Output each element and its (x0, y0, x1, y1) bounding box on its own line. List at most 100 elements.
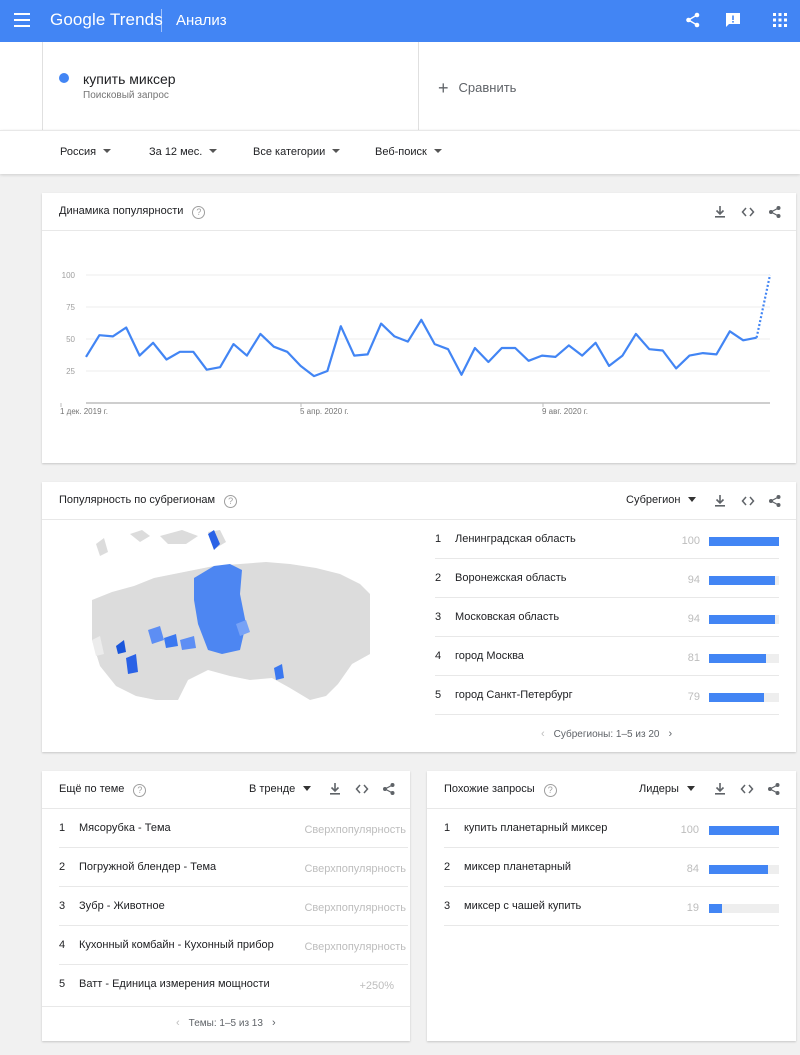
subregion-value: 100 (681, 535, 700, 547)
search-term-card[interactable]: купить миксер Поисковый запрос (42, 42, 419, 130)
subregion-row[interactable]: 5 город Санкт-Петербург 79 (435, 676, 779, 715)
dropdown-label: Лидеры (639, 783, 679, 795)
subregion-value: 94 (687, 574, 700, 586)
help-icon[interactable]: ? (133, 784, 147, 797)
share-icon[interactable] (767, 782, 781, 796)
subregion-map[interactable] (90, 528, 372, 704)
topic-name[interactable]: Зубр - Животное (79, 900, 165, 912)
subregion-row[interactable]: 2 Воронежская область 94 (435, 559, 779, 598)
subregion-row[interactable]: 1 Ленинградская область 100 (435, 520, 779, 559)
download-icon[interactable] (713, 782, 727, 796)
value-bar (709, 537, 779, 546)
topic-row[interactable]: 2 Погружной блендер - Тема Сверхпопулярн… (59, 848, 408, 887)
rank-number: 2 (435, 572, 442, 584)
chevron-right-icon[interactable]: › (272, 1017, 276, 1029)
value-bar (709, 654, 766, 663)
compare-label: Сравнить (458, 80, 517, 95)
rank-number: 3 (444, 900, 451, 912)
value-bar-track (709, 865, 779, 874)
pager-label: Темы: 1–5 из 13 (188, 1018, 263, 1029)
value-bar (709, 904, 723, 913)
subregion-value: 81 (687, 652, 700, 664)
query-row[interactable]: 3 миксер с чашей купить 19 (444, 887, 779, 926)
series-line[interactable] (85, 318, 757, 378)
rank-number: 1 (444, 822, 451, 834)
topic-name[interactable]: Ватт - Единица измерения мощности (79, 978, 270, 990)
embed-icon[interactable] (740, 782, 754, 796)
menu-icon[interactable] (14, 13, 30, 27)
rank-number: 3 (435, 611, 442, 623)
topic-value: Сверхпопулярность (304, 824, 406, 836)
related-queries-card: Похожие запросы? Лидеры 1 купить планета… (427, 771, 796, 1041)
rank-number: 4 (59, 939, 66, 951)
embed-icon[interactable] (355, 782, 369, 796)
series-line-partial[interactable] (755, 274, 772, 338)
query-row[interactable]: 2 миксер планетарный 84 (444, 848, 779, 887)
compare-button[interactable]: + Сравнить (438, 78, 516, 99)
value-bar-track (709, 826, 779, 835)
value-bar-track (709, 576, 779, 585)
subregion-pager: ‹ Субрегионы: 1–5 из 20 › (532, 728, 681, 740)
help-icon[interactable]: ? (224, 495, 238, 508)
category-filter[interactable]: Все категории (253, 146, 341, 158)
topic-value: Сверхпопулярность (304, 863, 406, 875)
chevron-left-icon[interactable]: ‹ (176, 1017, 180, 1029)
card-title-text: Популярность по субрегионам (59, 494, 216, 506)
share-icon[interactable] (768, 494, 782, 508)
query-value: 100 (680, 824, 699, 836)
topic-name[interactable]: Кухонный комбайн - Кухонный прибор (79, 939, 274, 951)
chevron-left-icon[interactable]: ‹ (541, 728, 545, 740)
subregion-row[interactable]: 3 Московская область 94 (435, 598, 779, 637)
topic-row[interactable]: 5 Ватт - Единица измерения мощности +250… (59, 965, 408, 1004)
interest-line-chart (60, 274, 772, 407)
rank-number: 2 (59, 861, 66, 873)
query-value: 19 (686, 902, 699, 914)
query-name[interactable]: купить планетарный миксер (464, 822, 607, 834)
query-value: 84 (686, 863, 699, 875)
queries-dropdown[interactable]: Лидеры (639, 783, 695, 795)
share-icon[interactable] (382, 782, 396, 796)
caret-down-icon (303, 786, 312, 791)
caret-down-icon (209, 149, 218, 153)
app-logo[interactable]: Google Trends (50, 10, 163, 30)
help-icon[interactable]: ? (543, 784, 557, 797)
download-icon[interactable] (713, 494, 727, 508)
period-filter[interactable]: За 12 мес. (149, 146, 218, 158)
download-icon[interactable] (328, 782, 342, 796)
subregion-name[interactable]: город Санкт-Петербург (455, 689, 573, 701)
topic-row[interactable]: 4 Кухонный комбайн - Кухонный прибор Све… (59, 926, 408, 965)
subregion-name[interactable]: город Москва (455, 650, 524, 662)
topic-name[interactable]: Мясорубка - Тема (79, 822, 171, 834)
topic-row[interactable]: 1 Мясорубка - Тема Сверхпопулярность (59, 809, 408, 848)
apps-icon[interactable] (771, 11, 789, 29)
search-term-type: Поисковый запрос (83, 90, 169, 101)
subregion-name[interactable]: Воронежская область (455, 572, 567, 584)
search-term[interactable]: купить миксер (83, 71, 176, 87)
feedback-icon[interactable] (724, 11, 742, 29)
topic-name[interactable]: Погружной блендер - Тема (79, 861, 216, 873)
embed-icon[interactable] (741, 494, 755, 508)
subregion-name[interactable]: Ленинградская область (455, 533, 576, 545)
subregion-name[interactable]: Московская область (455, 611, 559, 623)
chevron-right-icon[interactable]: › (668, 728, 672, 740)
query-row[interactable]: 1 купить планетарный миксер 100 (444, 809, 779, 848)
subregion-dropdown[interactable]: Субрегион (626, 494, 697, 506)
rank-number: 3 (59, 900, 66, 912)
search-type-filter[interactable]: Веб-поиск (375, 146, 442, 158)
subregion-row[interactable]: 4 город Москва 81 (435, 637, 779, 676)
value-bar (709, 693, 765, 702)
top-app-bar: Google Trends Анализ (0, 0, 800, 42)
topic-row[interactable]: 3 Зубр - Животное Сверхпопулярность (59, 887, 408, 926)
rank-number: 5 (59, 978, 66, 990)
region-filter[interactable]: Россия (60, 146, 112, 158)
topics-dropdown[interactable]: В тренде (249, 783, 312, 795)
share-icon[interactable] (684, 11, 702, 29)
caret-down-icon (433, 149, 442, 153)
pager-label: Субрегионы: 1–5 из 20 (553, 729, 660, 740)
query-name[interactable]: миксер планетарный (464, 861, 571, 873)
rank-number: 1 (59, 822, 66, 834)
caret-down-icon (103, 149, 112, 153)
rank-number: 4 (435, 650, 442, 662)
value-bar-track (709, 615, 779, 624)
query-name[interactable]: миксер с чашей купить (464, 900, 581, 912)
